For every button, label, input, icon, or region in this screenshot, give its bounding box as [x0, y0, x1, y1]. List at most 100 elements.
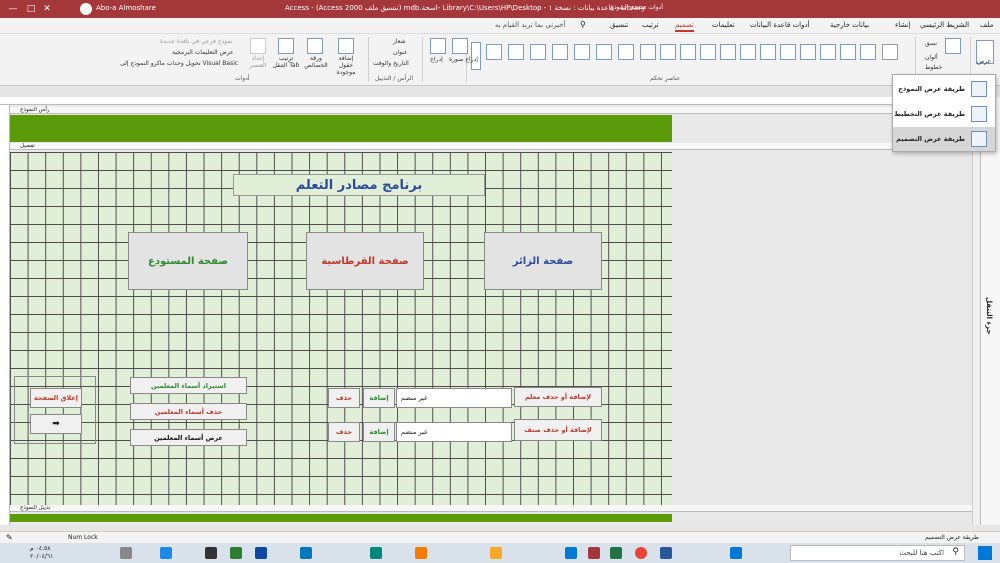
app-icon[interactable] [255, 547, 267, 559]
delete-class-button[interactable]: حذف [328, 422, 360, 442]
image-control-icon[interactable] [596, 44, 612, 60]
excel-icon[interactable] [610, 547, 622, 559]
view-code-button[interactable]: عرض التعليمات البرمجية [172, 49, 234, 56]
form-header-section[interactable] [10, 115, 672, 142]
close-icon[interactable]: ✕ [40, 2, 54, 16]
avatar[interactable] [80, 3, 92, 15]
tab-help[interactable]: تعليمات [712, 21, 735, 29]
exit-button[interactable]: ➡ [30, 414, 82, 434]
user-name[interactable]: Abo-a Almoshare [96, 4, 156, 12]
search-icon[interactable]: ⚲ [580, 20, 586, 29]
tab-database-tools[interactable]: أدوات قاعدة البيانات [750, 21, 810, 29]
hyperlink-control-icon[interactable] [780, 44, 796, 60]
line-icon[interactable] [640, 44, 656, 60]
navigation-pane-collapsed[interactable]: جزء التنقل [980, 97, 1000, 525]
form-footer-band[interactable]: تذييل النموذج [10, 505, 972, 512]
navigation-control-icon[interactable] [740, 44, 756, 60]
detail-section[interactable]: برنامج مصادر التعلم صفحة الزائر صفحة الق… [10, 152, 672, 505]
tab-order-label[interactable]: ترتيب التنقل Tab [272, 55, 300, 69]
access-icon[interactable] [588, 547, 600, 559]
insert-image-label[interactable]: إدراج صورة [449, 56, 478, 63]
subform-new-window-button[interactable]: نموذج فرعي في نافذة جديدة [160, 38, 233, 45]
toggle-button-icon[interactable] [530, 44, 546, 60]
edge-icon[interactable] [730, 547, 742, 559]
web-browser-control-icon[interactable] [760, 44, 776, 60]
word-icon[interactable] [660, 547, 672, 559]
detail-band[interactable]: تفصيل [10, 143, 972, 150]
title-button[interactable]: عنوان [393, 49, 408, 56]
form-title-label[interactable]: برنامج مصادر التعلم [233, 174, 485, 196]
select-pointer-icon[interactable] [882, 44, 898, 60]
form-footer-section[interactable] [10, 514, 672, 522]
class-combo[interactable]: غير منضم [396, 422, 512, 442]
control-setup-icon[interactable] [250, 38, 266, 54]
maximize-icon[interactable]: □ [24, 2, 38, 16]
tab-arrange[interactable]: ترتيب [642, 21, 659, 29]
label-control-icon[interactable] [840, 44, 856, 60]
app-icon[interactable] [370, 547, 382, 559]
tab-home[interactable]: الشريط الرئيسي [920, 21, 969, 29]
firefox-icon[interactable] [415, 547, 427, 559]
add-class-button[interactable]: إضافة [363, 422, 395, 442]
add-delete-class-label[interactable]: لإضافة أو حذف صنف [514, 419, 602, 441]
form-view-item[interactable]: طريقة عرض النموذج [893, 77, 995, 101]
combo-box-icon[interactable] [680, 44, 696, 60]
tab-design[interactable]: تصميم [675, 21, 694, 32]
file-explorer-icon[interactable] [490, 547, 502, 559]
form-header-band[interactable]: رأس النموذج [10, 107, 972, 114]
tab-format[interactable]: تنسيق [610, 21, 628, 29]
add-existing-fields-label[interactable]: إضافة حقول موجودة [331, 55, 361, 76]
windows-start-icon[interactable] [978, 546, 992, 560]
fonts-label[interactable]: خطوط [925, 64, 942, 71]
show-teachers-button[interactable]: عرض أسماء المعلمين [130, 429, 247, 446]
radio-button-icon[interactable] [508, 44, 524, 60]
insert-icon[interactable] [430, 38, 446, 54]
chrome-icon[interactable] [635, 547, 647, 559]
colors-label[interactable]: ألوان [925, 54, 938, 61]
tab-order-icon[interactable] [278, 38, 294, 54]
control-setup-label[interactable]: إعداد العنصر [244, 55, 272, 69]
property-sheet-icon[interactable] [307, 38, 323, 54]
stationery-page-button[interactable]: صفحة القرطاسية [306, 232, 424, 290]
tray-icon[interactable] [120, 547, 132, 559]
tab-create[interactable]: إنشاء [895, 21, 911, 29]
warehouse-page-button[interactable]: صفحة المستودع [128, 232, 248, 290]
themes-label[interactable]: نسق [925, 40, 937, 47]
tab-file[interactable]: ملف [980, 21, 993, 29]
list-box-icon[interactable] [552, 44, 568, 60]
view-button-label[interactable]: عرض [977, 58, 991, 65]
close-page-button[interactable]: إغلاق الصفحة [30, 388, 82, 408]
date-time-button[interactable]: التاريخ والوقت [373, 60, 409, 67]
add-teacher-button[interactable]: إضافة [363, 388, 395, 408]
tab-control-icon[interactable] [800, 44, 816, 60]
button-control-icon[interactable] [820, 44, 836, 60]
checkbox-control-icon[interactable] [618, 44, 634, 60]
minimize-icon[interactable]: — [6, 2, 20, 16]
design-view-status-icon[interactable]: ✎ [6, 533, 13, 542]
property-sheet-label[interactable]: ورقة الخصائص [302, 55, 330, 69]
outlook-icon[interactable] [565, 547, 577, 559]
page-break-icon[interactable] [700, 44, 716, 60]
themes-icon[interactable] [945, 38, 961, 54]
logo-button[interactable]: شعار [393, 38, 406, 45]
convert-macros-button[interactable]: تحويل وحدات ماكرو النموذج إلى Visual Bas… [120, 60, 238, 67]
app-icon[interactable] [205, 547, 217, 559]
textbox-control-icon[interactable] [860, 44, 876, 60]
unbound-object-icon[interactable] [486, 44, 502, 60]
app-icon[interactable] [230, 547, 242, 559]
import-teachers-button[interactable]: استيراد أسماء المعلمين [130, 377, 247, 394]
vertical-scrollbar[interactable] [972, 105, 980, 525]
add-existing-fields-icon[interactable] [338, 38, 354, 54]
layout-view-item[interactable]: طريقة عرض التخطيط [893, 102, 995, 126]
network-icon[interactable] [160, 547, 172, 559]
app-icon[interactable] [300, 547, 312, 559]
tab-external-data[interactable]: بيانات خارجية [830, 21, 869, 29]
visitor-page-button[interactable]: صفحة الزائر [484, 232, 602, 290]
chart-icon[interactable] [660, 44, 676, 60]
delete-teachers-button[interactable]: حذف أسماء المعلمين [130, 403, 247, 420]
add-delete-teacher-label[interactable]: لإضافة أو حذف معلم [514, 387, 602, 407]
delete-teacher-button[interactable]: حذف [328, 388, 360, 408]
teacher-combo[interactable]: غير منضم [396, 388, 512, 408]
clock-date[interactable]: ٢٠/٠٤/٦١ [30, 553, 53, 560]
taskbar-search[interactable]: اكتب هنا للبحث ⚲ [790, 545, 965, 561]
